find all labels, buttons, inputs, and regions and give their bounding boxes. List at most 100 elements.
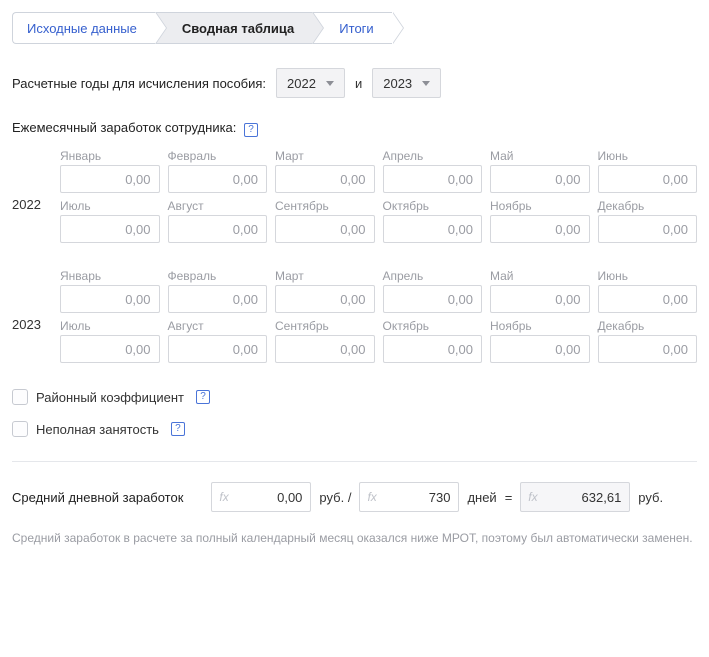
month-name: Январь [60,149,160,163]
month-input[interactable] [168,285,268,313]
month-input[interactable] [168,335,268,363]
years-row: Расчетные годы для исчисления пособия: 2… [12,68,697,98]
month-cell: Апрель [383,269,483,313]
month-input[interactable] [168,215,268,243]
month-name: Ноябрь [490,319,590,333]
month-input[interactable] [275,335,375,363]
chevron-down-icon [422,81,430,86]
month-input[interactable] [275,165,375,193]
avg-days-input[interactable] [359,482,459,512]
avg-earnings-row: Средний дневной заработок fx руб. / fx д… [12,482,697,512]
years-conj: и [355,76,362,91]
month-input[interactable] [275,285,375,313]
month-name: Февраль [168,269,268,283]
month-cell: Декабрь [598,199,698,243]
month-cell: Март [275,149,375,193]
unit-days: дней [467,490,496,505]
regional-coefficient-label: Районный коэффициент [36,390,184,405]
crumb-label: Исходные данные [27,21,137,36]
help-icon[interactable]: ? [171,422,185,436]
help-icon[interactable]: ? [196,390,210,404]
month-cell: Август [168,199,268,243]
avg-total-input[interactable] [211,482,311,512]
month-cell: Январь [60,269,160,313]
month-input[interactable] [490,285,590,313]
crumb-results[interactable]: Итоги [312,12,391,44]
parttime-label: Неполная занятость [36,422,159,437]
month-input[interactable] [60,215,160,243]
month-name: Июнь [598,149,698,163]
month-cell: Май [490,149,590,193]
month-input[interactable] [383,165,483,193]
month-input[interactable] [60,165,160,193]
divider [12,461,697,462]
month-input[interactable] [598,335,698,363]
month-name: Сентябрь [275,199,375,213]
month-cell: Август [168,319,268,363]
month-name: Октябрь [383,199,483,213]
month-name: Ноябрь [490,199,590,213]
month-cell: Февраль [168,149,268,193]
month-cell: Июль [60,319,160,363]
month-cell: Май [490,269,590,313]
equals-sign: = [505,490,513,505]
month-input[interactable] [490,335,590,363]
crumb-source-data[interactable]: Исходные данные [12,12,155,44]
month-input[interactable] [383,215,483,243]
mrot-note: Средний заработок в расчете за полный ка… [12,530,697,547]
year-b-value: 2023 [383,76,412,91]
month-input[interactable] [490,165,590,193]
month-cell: Апрель [383,149,483,193]
month-name: Сентябрь [275,319,375,333]
month-cell: Июнь [598,149,698,193]
month-name: Март [275,269,375,283]
month-cell: Сентябрь [275,199,375,243]
year-a-value: 2022 [287,76,316,91]
month-name: Апрель [383,269,483,283]
month-input[interactable] [598,165,698,193]
month-input[interactable] [60,285,160,313]
month-name: Март [275,149,375,163]
month-name: Август [168,199,268,213]
month-input[interactable] [275,215,375,243]
month-name: Июль [60,199,160,213]
crumb-summary-table[interactable]: Сводная таблица [155,12,312,44]
month-name: Август [168,319,268,333]
year-b-select[interactable]: 2023 [372,68,441,98]
month-cell: Сентябрь [275,319,375,363]
month-name: Февраль [168,149,268,163]
parttime-row: Неполная занятость ? [12,421,697,437]
earnings-heading-row: Ежемесячный заработок сотрудника: ? [12,120,697,137]
month-cell: Январь [60,149,160,193]
month-input[interactable] [598,285,698,313]
year-label: 2022 [12,149,60,249]
month-name: Май [490,269,590,283]
month-cell: Июль [60,199,160,243]
month-cell: Октябрь [383,319,483,363]
chevron-down-icon [326,81,334,86]
month-cell: Ноябрь [490,319,590,363]
year-block: 2023ЯнварьФевральМартАпрельМайИюньИюльАв… [12,269,697,369]
month-cell: Октябрь [383,199,483,243]
month-input[interactable] [490,215,590,243]
crumb-label: Сводная таблица [182,21,294,36]
regional-coefficient-row: Районный коэффициент ? [12,389,697,405]
regional-coefficient-checkbox[interactable] [12,389,28,405]
years-label: Расчетные годы для исчисления пособия: [12,76,266,91]
month-input[interactable] [598,215,698,243]
month-input[interactable] [383,335,483,363]
month-name: Май [490,149,590,163]
month-name: Январь [60,269,160,283]
month-input[interactable] [60,335,160,363]
month-name: Апрель [383,149,483,163]
month-cell: Июнь [598,269,698,313]
month-input[interactable] [168,165,268,193]
month-cell: Февраль [168,269,268,313]
month-name: Июль [60,319,160,333]
year-a-select[interactable]: 2022 [276,68,345,98]
year-block: 2022Январь Февраль Март Апрель Май Июнь Июль Ав… [12,149,697,249]
parttime-checkbox[interactable] [12,421,28,437]
help-icon[interactable]: ? [244,123,258,137]
month-name: Декабрь [598,199,698,213]
month-input[interactable] [383,285,483,313]
